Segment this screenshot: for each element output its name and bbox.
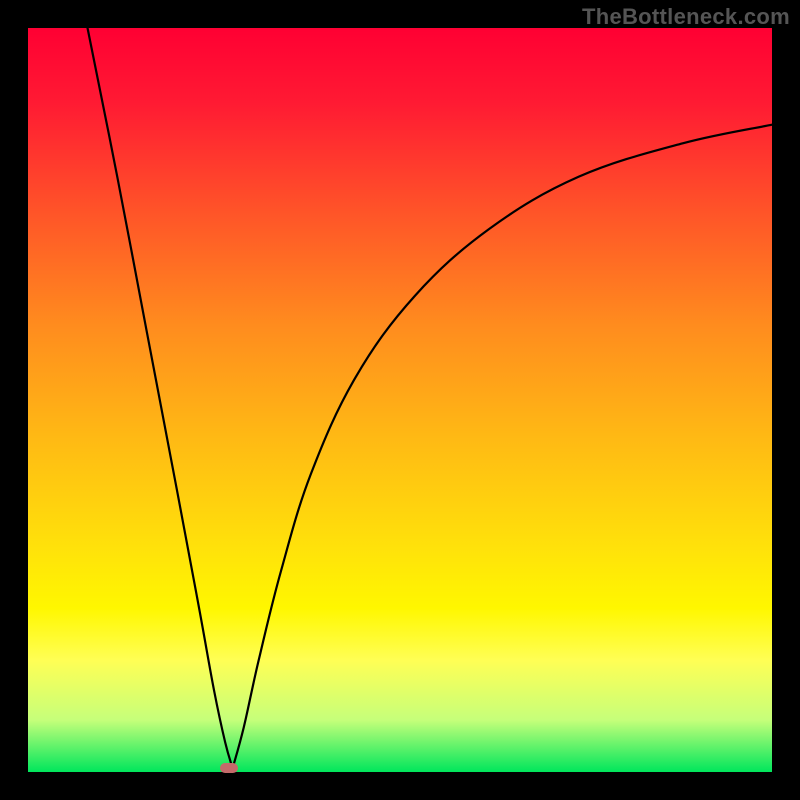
bottleneck-curve: [28, 28, 772, 772]
watermark-text: TheBottleneck.com: [582, 4, 790, 30]
chart-plot-area: [28, 28, 772, 772]
minimum-marker: [220, 763, 238, 773]
